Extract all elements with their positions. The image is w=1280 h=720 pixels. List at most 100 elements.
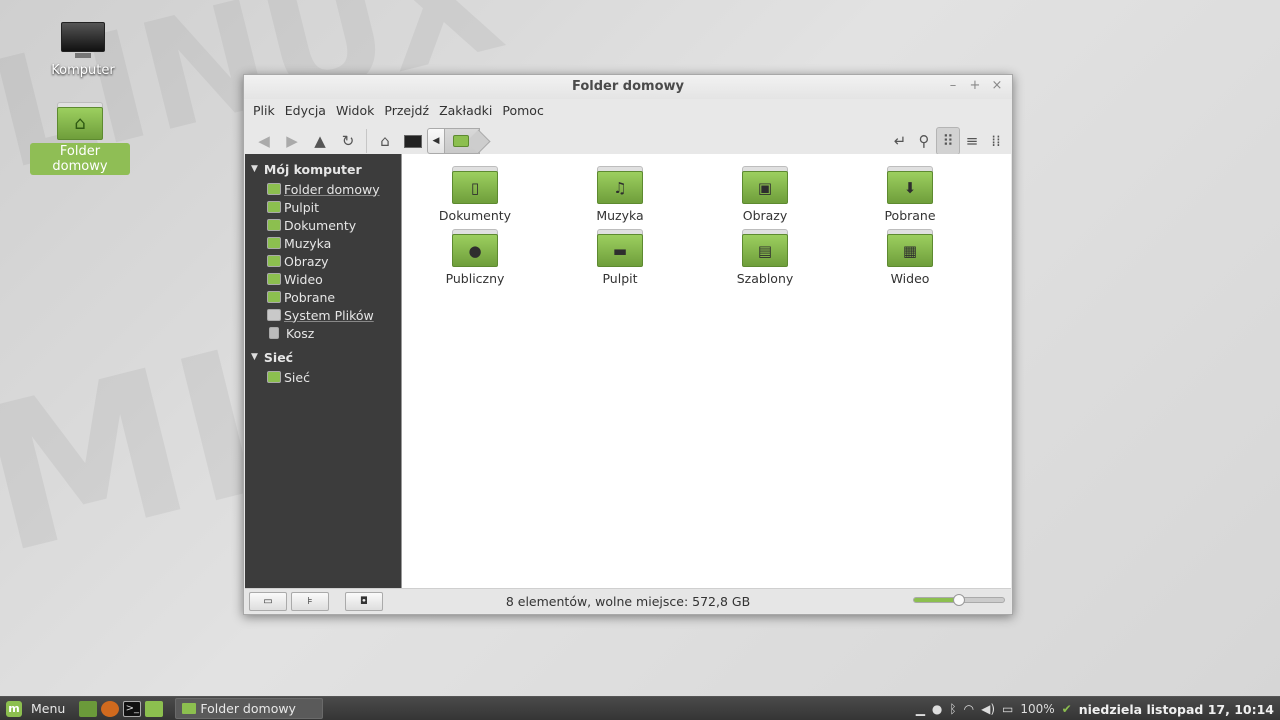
desktop-icon-computer[interactable]: Komputer [33,20,133,79]
folder-name: Publiczny [445,271,505,286]
user-icon[interactable]: ● [932,702,942,716]
zoom-slider-knob[interactable] [953,594,965,606]
file-view[interactable]: ▯ Dokumenty ♫ Muzyka ▣ Obrazy ⬇ Pobrane … [401,154,1011,590]
network-folder-icon [267,371,281,383]
menu-button[interactable]: m Menu [0,697,71,720]
folder-icon [182,703,197,714]
title-bar[interactable]: Folder domowy – + × [244,75,1012,99]
menu-label: Menu [31,701,66,716]
sidebar-section-header[interactable]: ▼ Mój komputer [245,158,401,180]
search-icon[interactable]: ⚲ [912,127,936,155]
reload-icon[interactable]: ↻ [334,127,362,155]
sidebar-item-filesystem[interactable]: System Plików [245,306,401,324]
pictures-folder-icon [267,255,281,267]
shield-icon[interactable]: ✔ [1062,702,1072,716]
home-folder-icon [267,183,281,195]
sidebar-item-music[interactable]: Muzyka [245,234,401,252]
show-tree-button[interactable]: ⊧ [291,591,329,611]
sidebar-item-network[interactable]: Sieć [245,368,401,386]
sidebar-item-downloads[interactable]: Pobrane [245,288,401,306]
keyboard-icon[interactable]: ▁ [916,702,925,716]
forward-icon[interactable]: ▶ [278,127,306,155]
battery-percent: 100% [1020,702,1055,716]
system-tray: ▁ ● ᛒ ◠ ◀) ▭ 100% ✔ niedziela listopad 1… [916,697,1274,720]
sidebar-item-videos[interactable]: Wideo [245,270,401,288]
folder-item[interactable]: ● Publiczny [435,229,515,286]
folder-item[interactable]: ♫ Muzyka [580,166,660,223]
content-area: ▼ Mój komputer Folder domowy Pulpit Doku… [245,154,1011,590]
icon-view-icon[interactable]: ⠿ [936,127,960,155]
sidebar-item-documents[interactable]: Dokumenty [245,216,401,234]
documents-folder-icon [267,219,281,231]
drive-icon [267,309,281,321]
sidebar-section-header[interactable]: ▼ Sieć [245,346,401,368]
volume-icon[interactable]: ◀) [981,702,995,716]
sidebar: ▼ Mój komputer Folder domowy Pulpit Doku… [245,154,401,590]
minimize-button[interactable]: – [946,78,960,94]
folder-name: Obrazy [742,208,788,223]
battery-icon[interactable]: ▭ [1002,702,1013,716]
close-button[interactable]: × [990,78,1004,94]
expand-arrow-icon: ▼ [251,164,258,174]
bluetooth-icon[interactable]: ᛒ [949,702,956,716]
folder-item[interactable]: ▯ Dokumenty [435,166,515,223]
videos-folder-icon: ▦ [887,229,933,267]
section-title: Mój komputer [263,161,362,177]
menu-view[interactable]: Widok [331,103,379,118]
folder-item[interactable]: ▣ Obrazy [725,166,805,223]
sidebar-item-trash[interactable]: Kosz [245,324,401,342]
folder-name: Szablony [736,271,794,286]
templates-folder-icon: ▤ [742,229,788,267]
desktop-icon-label: Folder domowy [30,143,130,175]
show-desktop-icon[interactable] [79,700,98,717]
sidebar-item-pictures[interactable]: Obrazy [245,252,401,270]
sidebar-item-label: Folder domowy [284,181,380,197]
menu-help[interactable]: Pomoc [497,103,548,118]
public-folder-icon: ● [452,229,498,267]
menu-go[interactable]: Przejdź [379,103,434,118]
maximize-button[interactable]: + [968,78,982,94]
folder-name: Muzyka [596,208,644,223]
folder-item[interactable]: ▬ Pulpit [580,229,660,286]
folder-name: Pobrane [884,208,936,223]
hide-sidebar-button[interactable]: ◘ [345,591,383,611]
firefox-icon[interactable] [101,700,120,717]
sidebar-item-label: Pobrane [284,289,336,305]
file-manager-window: Folder domowy – + × Plik Edycja Widok Pr… [243,74,1013,615]
menu-file[interactable]: Plik [248,103,280,118]
back-icon[interactable]: ◀ [250,127,278,155]
menu-edit[interactable]: Edycja [280,103,331,118]
desktop-folder-icon: ▬ [597,229,643,267]
window-title: Folder domowy [572,79,684,94]
sidebar-item-desktop[interactable]: Pulpit [245,198,401,216]
terminal-icon[interactable]: >_ [123,700,142,717]
expand-arrow-icon: ▼ [251,352,258,362]
toolbar-separator [366,129,367,153]
folder-item[interactable]: ▤ Szablony [725,229,805,286]
compact-view-icon[interactable]: ⁞⁞ [984,127,1008,155]
up-icon[interactable]: ▲ [306,127,334,155]
show-places-button[interactable]: ▭ [249,591,287,611]
task-label: Folder domowy [200,701,296,716]
terminal-icon[interactable]: ↵ [888,127,912,155]
wifi-icon[interactable]: ◠ [964,702,974,716]
menu-bookmarks[interactable]: Zakładki [434,103,497,118]
sidebar-item-home[interactable]: Folder domowy [245,180,401,198]
zoom-slider[interactable] [913,594,1005,606]
files-icon[interactable] [145,700,164,717]
clock[interactable]: niedziela listopad 17, 10:14 [1079,702,1274,717]
quick-launch: >_ [79,700,164,717]
desktop-icon-home-folder[interactable]: ⌂ Folder domowy [30,102,130,175]
sidebar-item-label: Sieć [284,369,310,385]
folder-item[interactable]: ⬇ Pobrane [870,166,950,223]
breadcrumb-home[interactable] [445,128,480,154]
breadcrumb-left-arrow[interactable]: ◀ [427,128,445,154]
computer-icon[interactable] [399,127,427,155]
home-icon[interactable]: ⌂ [371,127,399,155]
section-title: Sieć [263,349,294,365]
desktop-icon-label: Komputer [51,63,115,78]
list-view-icon[interactable]: ≡ [960,127,984,155]
folder-item[interactable]: ▦ Wideo [870,229,950,286]
taskbar-window-button[interactable]: Folder domowy [175,698,324,719]
downloads-folder-icon: ⬇ [887,166,933,204]
